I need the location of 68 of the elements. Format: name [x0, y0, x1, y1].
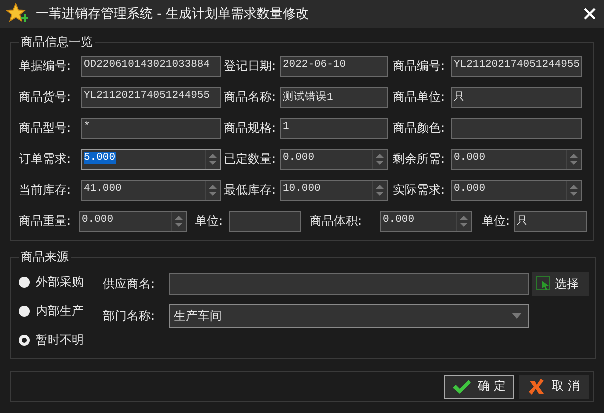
window-title: 一苇进销存管理系统 - 生成计划单需求数量修改 [36, 6, 310, 23]
input-field[interactable]: YL211202174051244955 [451, 56, 582, 77]
spin-arrows-icon[interactable] [456, 212, 471, 231]
number-spinner[interactable]: 0.000 [280, 149, 388, 170]
radio-button[interactable] [19, 306, 30, 317]
input-field[interactable]: 只 [451, 87, 582, 108]
spin-arrows-icon[interactable] [566, 150, 581, 169]
field-label: 订单需求: [19, 151, 72, 168]
field-label: 单据编号: [19, 58, 72, 75]
dropdown-arrow-icon[interactable] [512, 313, 522, 319]
field-label: 商品编号: [393, 58, 446, 75]
input-field[interactable]: 2022-06-10 [280, 56, 388, 77]
number-spinner[interactable]: 41.000 [81, 180, 221, 201]
close-icon[interactable] [584, 8, 596, 20]
field-label: 单位: [482, 213, 512, 230]
input-field[interactable] [451, 118, 582, 139]
field-label: 商品型号: [19, 120, 72, 137]
number-spinner[interactable]: 0.000 [380, 211, 472, 232]
field-label: 当前库存: [19, 182, 72, 199]
field-label: 实际需求: [393, 182, 446, 199]
input-field[interactable]: YL211202174051244955 [81, 87, 221, 108]
spin-arrows-icon[interactable] [205, 181, 220, 200]
field-label: 单位: [195, 213, 224, 230]
cross-icon [528, 378, 546, 396]
field-label: 登记日期: [224, 58, 278, 75]
field-label: 商品名称: [224, 89, 278, 106]
spin-arrows-icon[interactable] [372, 150, 387, 169]
input-field[interactable]: 1 [280, 118, 388, 139]
input-field[interactable]: 只 [514, 211, 587, 232]
field-label: 商品重量: [19, 213, 72, 230]
input-field[interactable] [169, 273, 529, 295]
field-label: 商品颜色: [393, 120, 446, 137]
radio-option[interactable]: 暂时不明 [19, 326, 103, 355]
field-label: 商品货号: [19, 89, 72, 106]
checkmark-icon [452, 378, 472, 394]
ok-button[interactable]: 确 定 [444, 374, 514, 398]
field-label: 已定数量: [224, 151, 278, 168]
input-field[interactable]: 测试错误1 [280, 87, 388, 108]
number-spinner[interactable]: 5.000 [81, 149, 221, 170]
field-label: 部门名称: [103, 308, 156, 324]
input-field[interactable] [229, 211, 301, 232]
star-icon [6, 3, 28, 25]
group-title: 商品来源 [20, 249, 70, 266]
department-dropdown[interactable]: 生产车间 [169, 304, 529, 328]
input-field[interactable]: OD220610143021033884 [81, 56, 221, 77]
spin-arrows-icon[interactable] [372, 181, 387, 200]
number-spinner[interactable]: 0.000 [79, 211, 187, 232]
field-label: 商品单位: [393, 89, 446, 106]
field-label: 剩余所需: [393, 151, 446, 168]
radio-button[interactable] [19, 277, 30, 288]
spin-arrows-icon[interactable] [171, 212, 186, 231]
field-label: 商品规格: [224, 120, 278, 137]
number-spinner[interactable]: 0.000 [451, 180, 582, 201]
spin-arrows-icon[interactable] [566, 181, 581, 200]
cursor-icon [536, 276, 552, 292]
field-label: 最低库存: [224, 182, 278, 199]
input-field[interactable]: * [81, 118, 221, 139]
spin-arrows-icon[interactable] [205, 150, 220, 169]
cancel-button[interactable]: 取 消 [519, 374, 589, 398]
select-button[interactable]: 选择 [532, 272, 589, 296]
radio-option[interactable]: 外部采购 [19, 268, 103, 297]
field-label: 供应商名: [103, 276, 156, 292]
number-spinner[interactable]: 0.000 [451, 149, 582, 170]
number-spinner[interactable]: 10.000 [280, 180, 388, 201]
radio-option[interactable]: 内部生产 [19, 297, 103, 326]
group-title: 商品信息一览 [20, 34, 94, 51]
field-label: 商品体积: [310, 213, 364, 230]
radio-button[interactable] [19, 335, 30, 346]
